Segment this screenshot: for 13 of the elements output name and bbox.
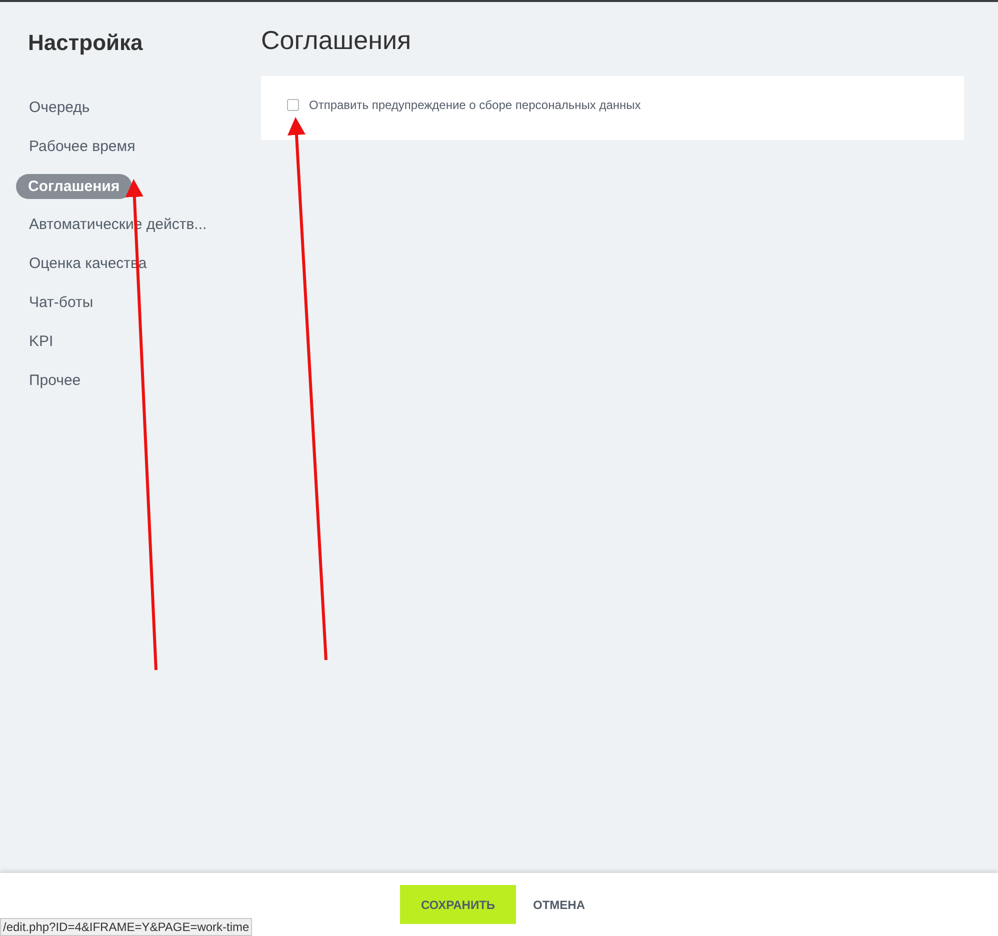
checkbox[interactable] [287,99,299,111]
cancel-button[interactable]: ОТМЕНА [520,885,598,924]
status-url: /edit.php?ID=4&IFRAME=Y&PAGE=work-time [0,918,252,936]
save-button[interactable]: СОХРАНИТЬ [400,885,516,924]
sidebar-item[interactable]: Чат-боты [0,284,240,323]
sidebar-item[interactable]: KPI [0,323,240,362]
sidebar-title: Настройка [27,29,144,57]
page-title: Соглашения [261,24,412,57]
sidebar-item[interactable]: Прочее [0,362,240,401]
sidebar-item[interactable]: Рабочее время [0,128,240,167]
sidebar-item[interactable]: Соглашения [0,167,240,206]
checkbox-label: Отправить предупреждение о сборе персональных данных [309,97,641,114]
sidebar-item[interactable]: Очередь [0,89,240,128]
